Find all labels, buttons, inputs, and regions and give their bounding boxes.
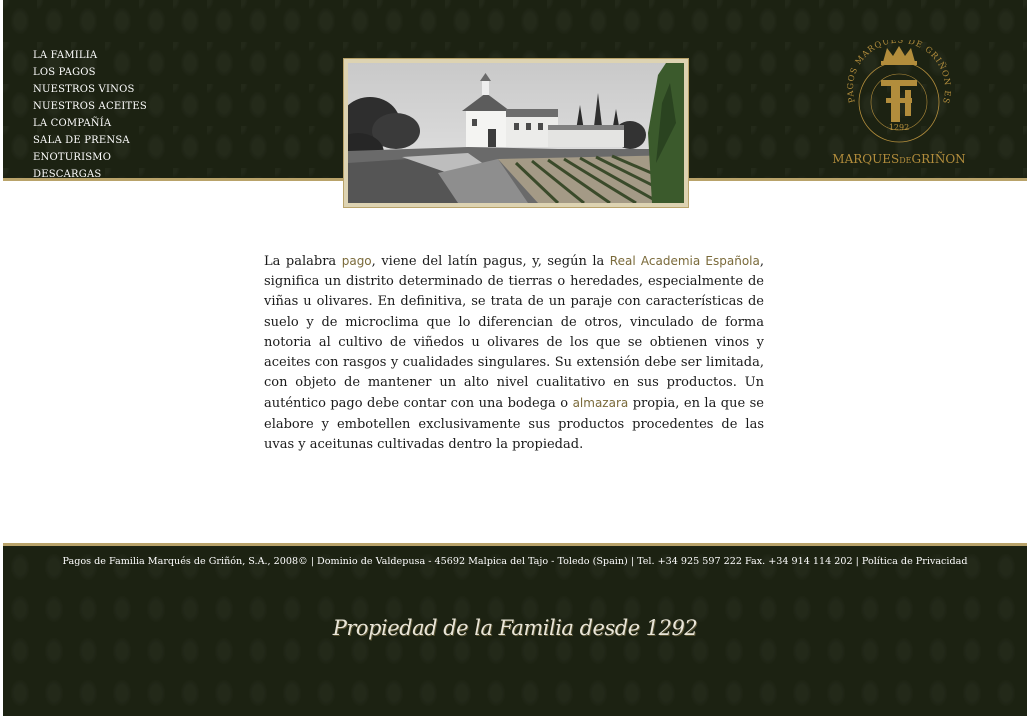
nav-link-sala-de-prensa[interactable]: SALA DE PRENSA [33,135,130,146]
link-almazara[interactable]: almazara [573,396,629,410]
bottom-strip [0,716,1027,720]
nav-link-contactar[interactable]: CONTACTAR [33,186,101,197]
intro-text-3: , significa un distrito determinado de t… [264,254,764,412]
nav-link-enoturismo[interactable]: ENOTURISMO [33,152,111,163]
brand-logo-graphic: PAGOS MARQUES DE GRIÑON ESTATES 1292 MAR… [825,32,966,166]
intro-paragraph: La palabra pago, viene del latín pagus, … [264,251,764,455]
hero-photo [348,63,684,203]
nav-item-nuestros-vinos: NUESTROS VINOS [33,80,147,97]
footer-tagline: Propiedad de la Familia desde 1292 [332,616,698,640]
nav-link-la-familia[interactable]: LA FAMILIA [33,50,97,61]
main-nav: LA FAMILIA LOS PAGOS NUESTROS VINOS NUES… [33,46,147,199]
logo-brand-suffix: GRIÑON [911,151,965,166]
nav-item-enoturismo: ENOTURISMO [33,148,147,165]
nav-item-contactar: CONTACTAR [33,182,147,199]
privacy-policy-link[interactable]: Política de Privacidad [862,556,968,567]
nav-link-nuestros-vinos[interactable]: NUESTROS VINOS [33,84,135,95]
nav-link-la-compania[interactable]: LA COMPAÑÍA [33,118,111,129]
link-pago[interactable]: pago [342,254,372,268]
nav-item-nuestros-aceites: NUESTROS ACEITES [33,97,147,114]
page: LA FAMILIA LOS PAGOS NUESTROS VINOS NUES… [3,0,1027,720]
nav-item-la-compania: LA COMPAÑÍA [33,114,147,131]
nav-item-los-pagos: LOS PAGOS [33,63,147,80]
link-real-academia[interactable]: Real Academia Española [610,254,760,268]
hero-photo-frame [343,58,689,208]
footer-info-text: Pagos de Familia Marqués de Griñón, S.A.… [62,556,862,567]
logo-brand-de: DE [899,156,911,165]
brand-logo[interactable]: PAGOS MARQUES DE GRIÑON ESTATES 1292 MAR… [825,32,969,170]
nav-item-la-familia: LA FAMILIA [33,46,147,63]
nav-link-nuestros-aceites[interactable]: NUESTROS ACEITES [33,101,147,112]
logo-year: 1292 [889,123,909,132]
svg-text:MARQUESDEGRIÑON: MARQUESDEGRIÑON [832,151,965,166]
footer-info: Pagos de Familia Marqués de Griñón, S.A.… [3,556,1027,567]
nav-item-sala-de-prensa: SALA DE PRENSA [33,131,147,148]
intro-text-2: , viene del latín pagus, y, según la [371,254,610,269]
nav-link-los-pagos[interactable]: LOS PAGOS [33,67,96,78]
logo-brand-prefix: MARQUES [832,152,899,166]
intro-text-1: La palabra [264,254,342,269]
